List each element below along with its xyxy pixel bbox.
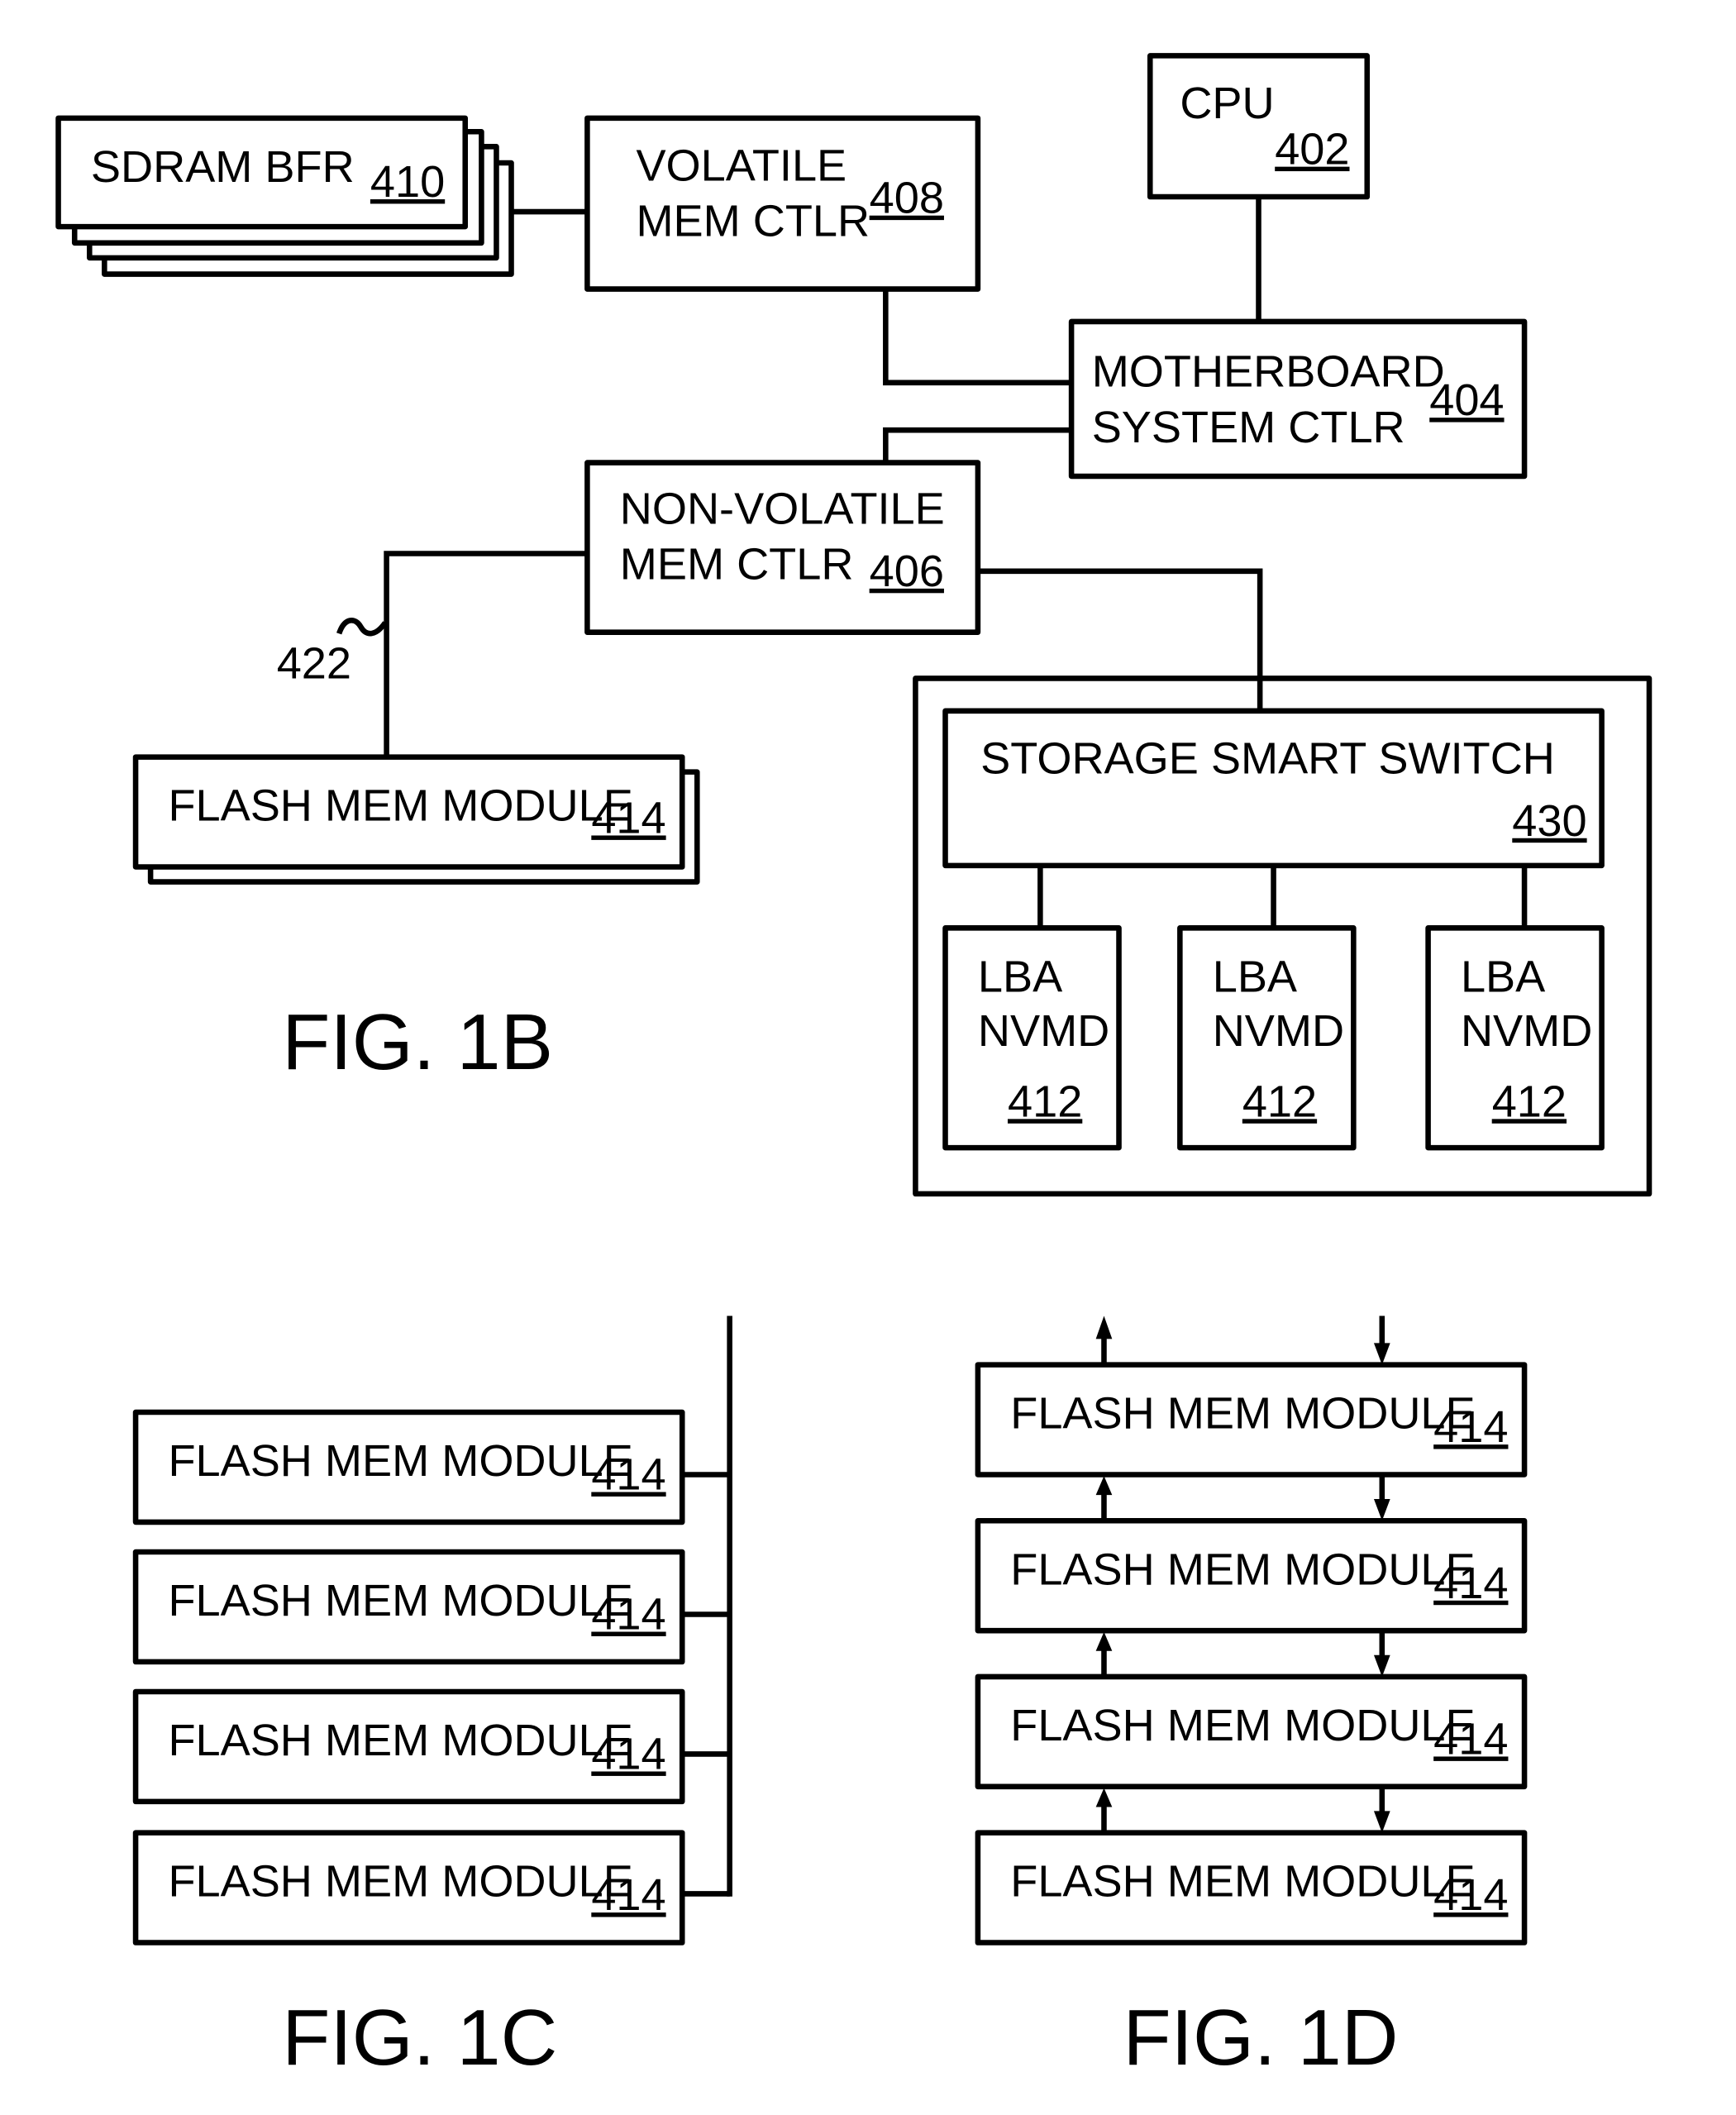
volatile-mem-ctlr: VOLATILE MEM CTLR 408 [584,115,981,292]
arrow-down-icon [1373,1343,1390,1365]
lba-nvmd-ref: 412 [1242,1077,1317,1126]
nonvolatile-mem-ctlr-ref: 406 [870,547,944,596]
arrow-down-icon [1373,1654,1390,1677]
patent-drawing-sheet: SDRAM BFR 410 VOLATILE MEM CTLR 408 CPU … [55,53,1653,2082]
fig-1b-caption: FIG. 1B [282,999,553,1086]
lba-nvmd-ref: 412 [1008,1077,1082,1126]
fig-1c: FLASH MEM MODULE 414 FLASH MEM MODULE 41… [132,1315,732,2082]
volatile-mem-ctlr-ref: 408 [870,174,944,223]
storage-smart-switch-ref: 430 [1512,796,1586,846]
flash-module-ref: 414 [591,1450,665,1500]
fig1b-flash-module: FLASH MEM MODULE 414 [132,754,700,885]
nonvolatile-ctlr-to-flash-bus [384,551,588,757]
arrow-up-icon [1095,1315,1113,1339]
lba-nvmd-line2: NVMD [1213,1006,1344,1056]
flash-module-ref: 414 [1433,1870,1508,1920]
arrow-down-icon [1373,1499,1390,1521]
fig1c-flash-module-2: FLASH MEM MODULE 414 [132,1549,730,1665]
flash-module-ref: 414 [591,1870,665,1920]
nonvolatile-mem-ctlr-line2: MEM CTLR [620,540,854,590]
sdram-buffer-stack: SDRAM BFR 410 [55,115,514,277]
motherboard-system-ctlr-ref: 404 [1429,375,1504,425]
lba-nvmd-line1: LBA [1213,952,1297,1001]
flash-module-label: FLASH MEM MODULE [168,781,632,831]
flash-module-ref: 414 [1433,1559,1508,1608]
nonvolatile-ctlr-to-switch-wire [977,568,1263,711]
fig1d-flash-module-2: FLASH MEM MODULE 414 [975,1517,1528,1634]
flash-module-label: FLASH MEM MODULE [168,1716,632,1765]
flash-module-label: FLASH MEM MODULE [168,1576,632,1626]
lba-nvmd-line1: LBA [978,952,1062,1001]
flash-module-label: FLASH MEM MODULE [168,1857,632,1907]
flash-module-ref: 414 [591,793,665,843]
fig1c-flash-module-4: FLASH MEM MODULE 414 [132,1830,730,1946]
fig1c-flash-module-3: FLASH MEM MODULE 414 [132,1688,730,1805]
lba-nvmd-ref: 412 [1492,1077,1567,1126]
lba-nvmd-line2: NVMD [1461,1006,1592,1056]
motherboard-system-ctlr: MOTHERBOARD SYSTEM CTLR 404 [1068,318,1528,480]
fig1c-flash-module-1: FLASH MEM MODULE 414 [132,1409,730,1525]
volatile-mem-ctlr-line1: VOLATILE [636,141,847,190]
lba-nvmd-2: LBA NVMD 412 [1177,925,1357,1151]
flash-module-label: FLASH MEM MODULE [1010,1544,1475,1594]
flash-module-label: FLASH MEM MODULE [1010,1389,1475,1439]
flash-module-label: FLASH MEM MODULE [1010,1701,1475,1750]
lba-nvmd-1: LBA NVMD 412 [942,925,1122,1151]
flash-module-ref: 414 [1433,1402,1508,1452]
nonvolatile-mem-ctlr-line1: NON-VOLATILE [620,484,945,533]
lba-nvmd-line2: NVMD [978,1006,1109,1056]
volatile-ctlr-to-motherboard-wire [883,289,1072,386]
fig-1d-caption: FIG. 1D [1123,1994,1398,2082]
arrow-up-icon [1095,1476,1113,1496]
cpu: CPU 402 [1147,53,1371,200]
nonvolatile-ctlr-to-motherboard-wire [883,427,1072,463]
motherboard-system-ctlr-line2: SYSTEM CTLR [1092,403,1405,452]
storage-smart-switch-label: STORAGE SMART SWITCH [980,733,1555,783]
cpu-label: CPU [1180,79,1274,128]
fig-1d: FLASH MEM MODULE 414 FLASH MEM MODULE 41… [975,1315,1528,2082]
fig1d-flash-module-3: FLASH MEM MODULE 414 [975,1673,1528,1790]
flash-module-ref: 414 [1433,1714,1508,1764]
flash-module-label: FLASH MEM MODULE [168,1436,632,1486]
arrow-up-icon [1095,1788,1113,1807]
arrow-down-icon [1373,1811,1390,1833]
lba-nvmd-3: LBA NVMD 412 [1425,925,1605,1151]
lba-nvmd-line1: LBA [1461,952,1545,1001]
storage-smart-switch: STORAGE SMART SWITCH 430 [942,708,1605,869]
fig1d-flash-module-4: FLASH MEM MODULE 414 [975,1830,1528,1946]
flash-module-label: FLASH MEM MODULE [1010,1857,1475,1907]
motherboard-system-ctlr-line1: MOTHERBOARD [1092,347,1445,397]
flash-module-ref: 414 [591,1730,665,1779]
fig-1b: SDRAM BFR 410 VOLATILE MEM CTLR 408 CPU … [55,53,1653,1197]
flash-module-ref: 414 [591,1590,665,1640]
fig-1c-caption: FIG. 1C [282,1994,557,2082]
nonvolatile-mem-ctlr: NON-VOLATILE MEM CTLR 406 [584,460,981,635]
volatile-mem-ctlr-line2: MEM CTLR [636,197,870,246]
sdram-buffer-label: SDRAM BFR [91,142,355,192]
bus-ref-label: 422 [277,638,351,688]
arrow-up-icon [1095,1631,1113,1651]
fig1d-flash-module-1: FLASH MEM MODULE 414 [975,1362,1528,1478]
sdram-buffer-ref: 410 [370,157,445,207]
bus-ref-leader-squiggle [336,618,388,637]
cpu-ref: 402 [1275,125,1349,174]
